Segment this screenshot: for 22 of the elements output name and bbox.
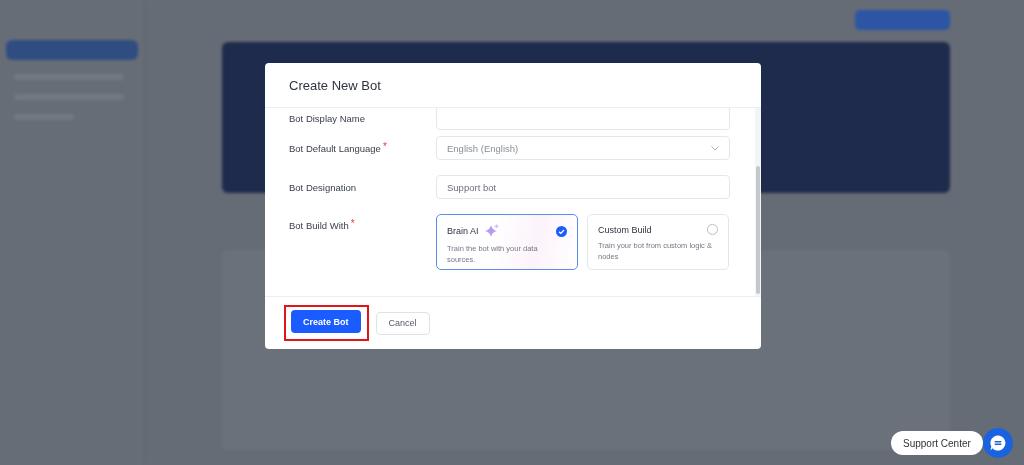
- field-label: Bot Designation: [289, 181, 357, 193]
- checked-radio-icon[interactable]: [556, 225, 567, 237]
- required-mark: *: [350, 220, 355, 231]
- sparkle-icon: [484, 224, 499, 238]
- text-field[interactable]: [436, 108, 730, 130]
- option-title: Brain AI: [447, 226, 479, 236]
- field-label: Bot Display Name: [289, 112, 366, 124]
- text-field[interactable]: Support bot: [436, 175, 730, 199]
- radio-icon[interactable]: [707, 224, 718, 235]
- cancel-button[interactable]: Cancel: [375, 311, 430, 335]
- create-button[interactable]: Create Bot: [291, 310, 361, 333]
- dialog-title: Create New Bot: [289, 77, 381, 93]
- chat-icon: [989, 434, 1007, 452]
- support-label[interactable]: Support Center: [891, 431, 983, 455]
- field-label: Bot Build With: [289, 220, 349, 231]
- chat-button[interactable]: [983, 428, 1013, 458]
- required-mark: *: [382, 142, 387, 154]
- scrollbar[interactable]: [755, 108, 761, 296]
- header-button[interactable]: [855, 10, 950, 30]
- chevron-down-icon: [711, 145, 719, 151]
- option-title: Custom Build: [598, 224, 652, 235]
- field-label: Bot Default Language: [289, 142, 381, 154]
